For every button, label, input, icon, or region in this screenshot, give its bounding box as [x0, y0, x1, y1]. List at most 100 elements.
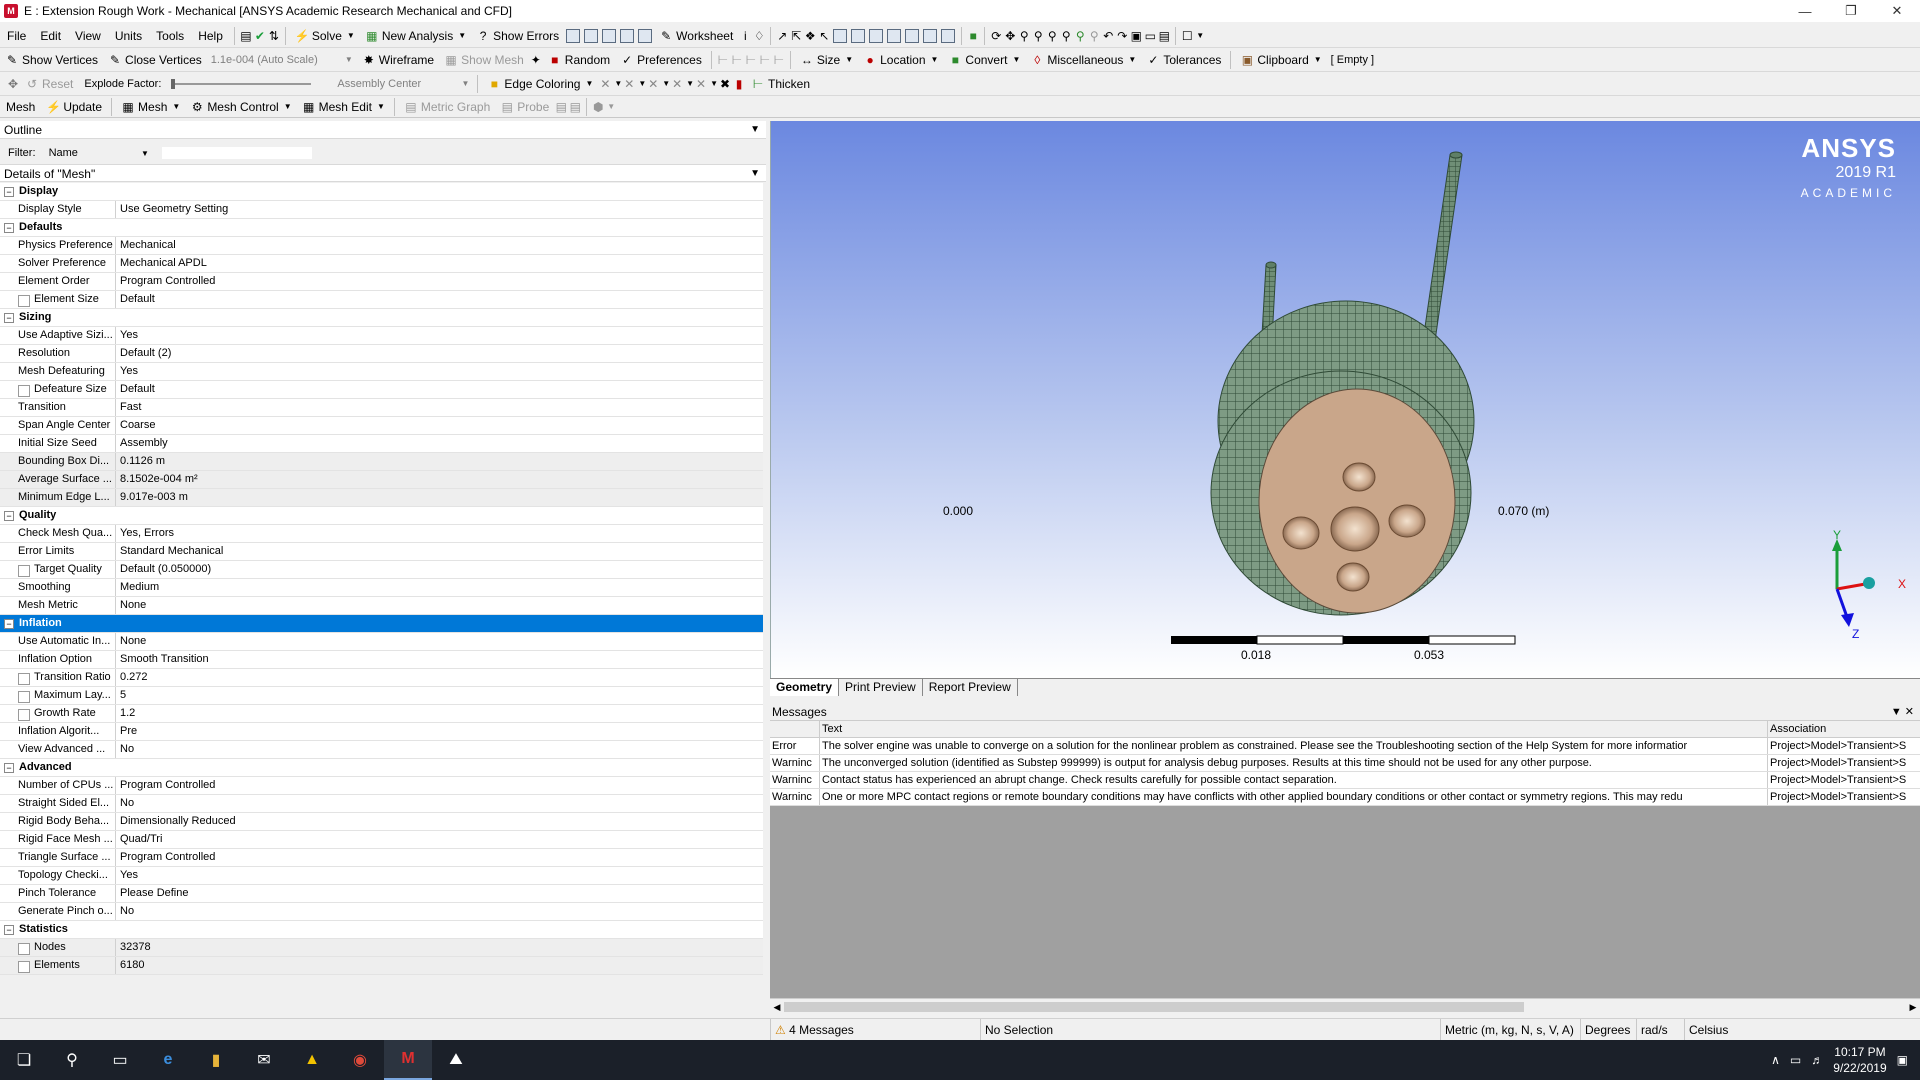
- status-rate[interactable]: rad/s: [1636, 1019, 1684, 1041]
- details-row[interactable]: Use Adaptive Sizi... Yes: [0, 327, 763, 345]
- show-mesh-button[interactable]: ▦ Show Mesh: [439, 49, 529, 71]
- pin-icon[interactable]: ▼: [750, 121, 760, 139]
- restore-icon[interactable]: ❐: [1828, 0, 1874, 22]
- property-value[interactable]: 0.1126 m: [116, 453, 763, 470]
- size-button[interactable]: ↔ Size ▼: [795, 49, 858, 71]
- details-group-sizing[interactable]: − Sizing: [0, 309, 763, 327]
- info-icon[interactable]: i: [738, 29, 752, 43]
- align-icon[interactable]: ⊢: [716, 53, 730, 67]
- menu-view[interactable]: View: [68, 24, 108, 47]
- property-value[interactable]: Coarse: [116, 417, 763, 434]
- details-group-advanced[interactable]: − Advanced: [0, 759, 763, 777]
- graph-icon[interactable]: ▤: [239, 29, 253, 43]
- zoom-icon[interactable]: ⚲: [1017, 29, 1031, 43]
- property-value[interactable]: Default (2): [116, 345, 763, 362]
- tab-geometry[interactable]: Geometry: [770, 679, 840, 696]
- details-row[interactable]: Inflation Algorit... Pre: [0, 723, 763, 741]
- menu-units[interactable]: Units: [108, 24, 149, 47]
- edge-style-icon[interactable]: ✕: [598, 77, 612, 91]
- details-row[interactable]: Pinch Tolerance Please Define: [0, 885, 763, 903]
- details-row[interactable]: Element Order Program Controlled: [0, 273, 763, 291]
- rotate-icon[interactable]: ⟳: [989, 29, 1003, 43]
- iso-icon[interactable]: ▣: [1129, 29, 1143, 43]
- align-icon[interactable]: ⊢: [744, 53, 758, 67]
- property-value[interactable]: Smooth Transition: [116, 651, 763, 668]
- details-row[interactable]: Transition Fast: [0, 399, 763, 417]
- status-units[interactable]: Metric (m, kg, N, s, V, A): [1440, 1019, 1580, 1041]
- align-icon[interactable]: ⊢: [772, 53, 786, 67]
- menu-edit[interactable]: Edit: [33, 24, 68, 47]
- property-value[interactable]: Medium: [116, 579, 763, 596]
- property-value[interactable]: Fast: [116, 399, 763, 416]
- mesh-model[interactable]: [771, 121, 1920, 678]
- thicken-button[interactable]: ⊢ Thicken: [746, 73, 815, 95]
- column-type[interactable]: [770, 721, 820, 737]
- property-value[interactable]: Assembly: [116, 435, 763, 452]
- details-row[interactable]: Mesh Defeaturing Yes: [0, 363, 763, 381]
- random-button[interactable]: ■ Random: [543, 49, 615, 71]
- collapse-icon[interactable]: −: [4, 925, 14, 935]
- wireframe-button[interactable]: ✸ Wireframe: [357, 49, 439, 71]
- vertical-bar-icon[interactable]: ▮: [732, 77, 746, 91]
- miscellaneous-button[interactable]: ◊ Miscellaneous ▼: [1025, 49, 1141, 71]
- close-vertices-button[interactable]: ✎ Close Vertices: [103, 49, 207, 71]
- convert-button[interactable]: ■ Convert ▼: [943, 49, 1025, 71]
- grid-icon[interactable]: ▤: [554, 100, 568, 114]
- property-value[interactable]: Program Controlled: [116, 273, 763, 290]
- solve-button[interactable]: ⚡ Solve ▼: [290, 25, 360, 47]
- window-icon[interactable]: ▭: [1143, 29, 1157, 43]
- property-value[interactable]: 9.017e-003 m: [116, 489, 763, 506]
- chevron-down-icon[interactable]: ▼: [1196, 31, 1204, 40]
- ansys-workbench-icon[interactable]: ▲: [288, 1040, 336, 1080]
- network-icon[interactable]: ▭: [1790, 1053, 1801, 1067]
- property-value[interactable]: Standard Mechanical: [116, 543, 763, 560]
- zoom-box-icon[interactable]: ⚲: [1031, 29, 1045, 43]
- pin-icon[interactable]: ▼: [750, 165, 760, 183]
- property-value[interactable]: Yes, Errors: [116, 525, 763, 542]
- edge-style-icon[interactable]: ✕: [646, 77, 660, 91]
- details-row[interactable]: View Advanced ... No: [0, 741, 763, 759]
- location-button[interactable]: ● Location ▼: [858, 49, 943, 71]
- select-vertex-icon[interactable]: [833, 28, 848, 43]
- collapse-icon[interactable]: −: [4, 511, 14, 521]
- details-row[interactable]: Target Quality Default (0.050000): [0, 561, 763, 579]
- property-value[interactable]: Default: [116, 291, 763, 308]
- details-row[interactable]: Error Limits Standard Mechanical: [0, 543, 763, 561]
- property-value[interactable]: 32378: [116, 939, 763, 956]
- menu-file[interactable]: File: [0, 24, 33, 47]
- property-value[interactable]: Yes: [116, 327, 763, 344]
- property-value[interactable]: 5: [116, 687, 763, 704]
- edge-browser-icon[interactable]: e: [144, 1040, 192, 1080]
- details-row[interactable]: Number of CPUs ... Program Controlled: [0, 777, 763, 795]
- zoom-green-icon[interactable]: ⚲: [1073, 29, 1087, 43]
- explode-view-icon[interactable]: ✥: [6, 77, 20, 91]
- collapse-icon[interactable]: −: [4, 313, 14, 323]
- message-row[interactable]: Error The solver engine was unable to con…: [770, 738, 1920, 755]
- property-value[interactable]: No: [116, 795, 763, 812]
- edge-style-icon[interactable]: ✕: [622, 77, 636, 91]
- details-row[interactable]: Minimum Edge L... 9.017e-003 m: [0, 489, 763, 507]
- property-value[interactable]: Default (0.050000): [116, 561, 763, 578]
- details-group-quality[interactable]: − Quality: [0, 507, 763, 525]
- menu-tools[interactable]: Tools: [149, 24, 191, 47]
- select-edge-icon[interactable]: [851, 28, 866, 43]
- clipboard-button[interactable]: ▣ Clipboard ▼: [1235, 49, 1326, 71]
- details-row[interactable]: Triangle Surface ... Program Controlled: [0, 849, 763, 867]
- hexagon-icon[interactable]: ⬢: [591, 100, 605, 114]
- details-group-inflation[interactable]: − Inflation: [0, 615, 763, 633]
- property-value[interactable]: Use Geometry Setting: [116, 201, 763, 218]
- chevron-down-icon[interactable]: ▼: [614, 79, 622, 88]
- details-row[interactable]: Resolution Default (2): [0, 345, 763, 363]
- assembly-center-combo[interactable]: Assembly Center ▼: [333, 75, 473, 93]
- filter-input[interactable]: [161, 147, 312, 160]
- details-group-defaults[interactable]: − Defaults: [0, 219, 763, 237]
- chevron-down-icon[interactable]: ▼: [686, 79, 694, 88]
- scroll-left-icon[interactable]: ◀: [770, 1000, 784, 1014]
- scrollbar-thumb[interactable]: [784, 1002, 1524, 1012]
- next-view-icon[interactable]: ↷: [1115, 29, 1129, 43]
- details-row[interactable]: Maximum Lay... 5: [0, 687, 763, 705]
- property-value[interactable]: 8.1502e-004 m²: [116, 471, 763, 488]
- collapse-icon[interactable]: −: [4, 763, 14, 773]
- select-element-icon[interactable]: [923, 28, 938, 43]
- details-row[interactable]: Smoothing Medium: [0, 579, 763, 597]
